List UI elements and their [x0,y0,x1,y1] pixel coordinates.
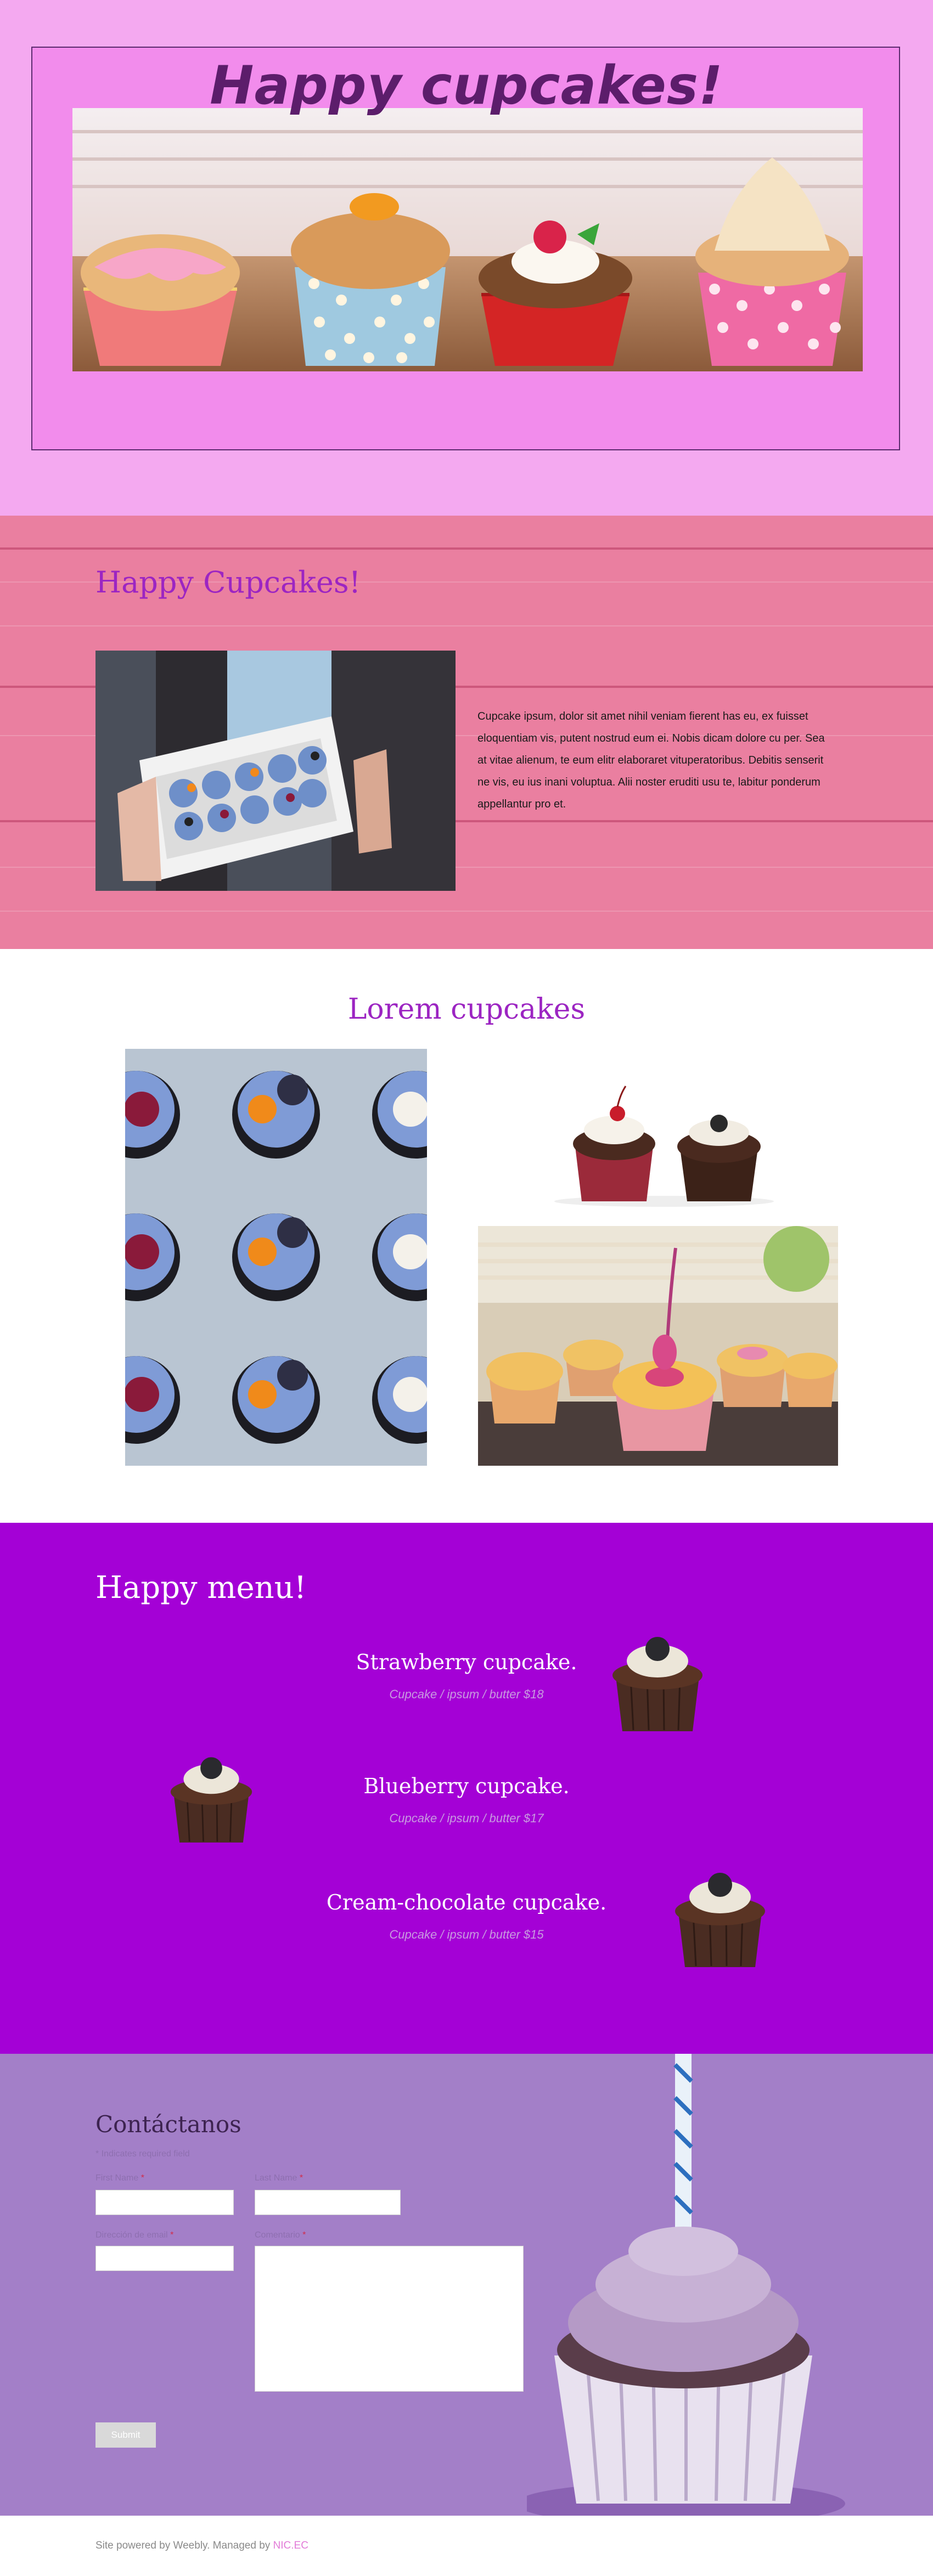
footer-link[interactable]: NIC.EC [273,2540,308,2551]
menu-item-desc: Cupcake / ipsum / butter $17 [389,1811,544,1825]
gallery-title: Lorem cupcakes [347,993,586,1026]
footer: Site powered by Weebly. Managed by NIC.E… [0,2516,933,2576]
chocolate-cupcake-image [170,1757,252,1843]
about-paragraph: Cupcake ipsum, dolor sit amet nihil veni… [477,710,825,810]
last-name-label-text: Last Name [255,2173,297,2183]
hero-section: Happy cupcakes! [0,0,933,516]
required-mark: * [170,2230,174,2240]
chocolate-cupcake-image [612,1637,702,1731]
gallery-photo-two-cupcakes [549,1064,779,1212]
hero-banner-image [72,92,863,399]
email-input[interactable] [95,2246,234,2271]
submit-button[interactable]: Submit [95,2422,156,2448]
last-name-input[interactable] [255,2190,401,2215]
menu-item-desc: Cupcake / ipsum / butter $18 [389,1687,544,1701]
hero-title: Happy cupcakes! [210,55,723,116]
menu-section: Happy menu! Strawberry cupcake. Cupcake … [0,1523,933,2054]
gallery-photo-blue-cupcakes [125,1049,427,1466]
required-field-note: * Indicates required field [95,2149,190,2159]
required-mark: * [140,2173,144,2183]
about-section: Happy Cupcakes! Cupcake ipsum, dolor sit [0,516,933,949]
contact-title: Contáctanos [95,2111,241,2138]
menu-title: Happy menu! [95,1570,307,1606]
gallery-photo-muffins [478,1226,838,1466]
last-name-label: Last Name * [255,2173,303,2183]
comment-label-text: Comentario [255,2230,300,2240]
comment-textarea[interactable] [255,2246,524,2392]
email-label: Dirección de email * [95,2230,173,2240]
about-photo [95,651,456,891]
footer-text: Site powered by Weebly. Managed by NIC.E… [95,2540,308,2552]
first-name-input[interactable] [95,2190,234,2215]
menu-item-name: Strawberry cupcake. [356,1650,577,1674]
required-mark: * [299,2173,303,2183]
gallery-section: Lorem cupcakes [0,949,933,1523]
menu-item-desc: Cupcake / ipsum / butter $15 [389,1928,544,1941]
email-label-text: Dirección de email [95,2230,168,2240]
chocolate-cupcake-image [675,1873,765,1967]
first-name-label: First Name * [95,2173,144,2183]
first-name-label-text: First Name [95,2173,139,2183]
required-mark: * [302,2230,306,2240]
comment-label: Comentario * [255,2230,306,2240]
about-title: Happy Cupcakes! [95,565,361,600]
birthday-cupcake-image [527,2054,845,2516]
menu-item-name: Blueberry cupcake. [363,1774,570,1798]
footer-credit-text: Site powered by Weebly. Managed by [95,2540,273,2551]
menu-item-name: Cream-chocolate cupcake. [326,1890,607,1914]
contact-section: Contáctanos * Indicates required field F… [0,2054,933,2516]
